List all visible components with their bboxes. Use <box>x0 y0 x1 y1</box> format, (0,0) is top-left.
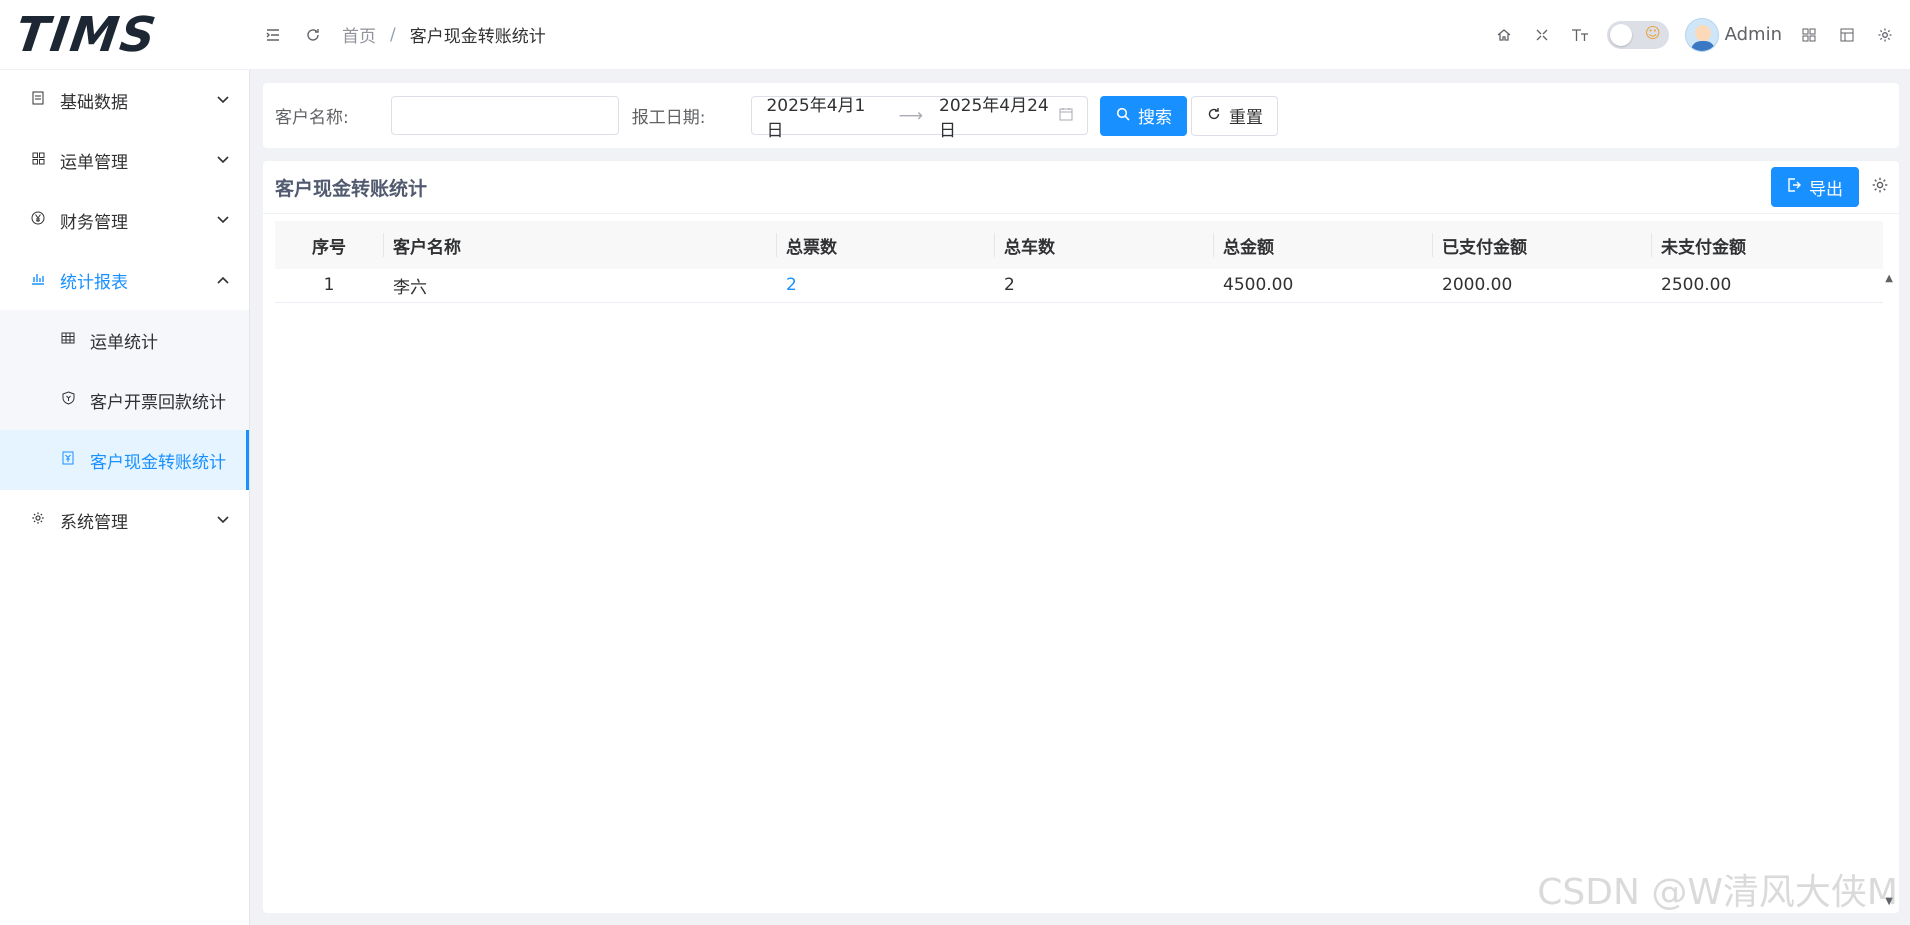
column-header: 已支付金额 <box>1432 221 1651 269</box>
receipt-icon <box>60 451 76 469</box>
chevron-up-icon <box>217 273 229 288</box>
header-left: 首页 / 客户现金转账统计 <box>262 22 546 47</box>
cell-paid: 2000.00 <box>1432 269 1651 303</box>
page-title: 客户现金转账统计 <box>275 177 428 200</box>
column-settings-icon[interactable] <box>1865 175 1895 199</box>
toggle-knob <box>1609 23 1632 46</box>
column-header: 客户名称 <box>383 221 776 269</box>
arrow-right-icon: ⟶ <box>898 105 924 126</box>
sidebar-item-label: 基础数据 <box>60 92 128 113</box>
sidebar-item-reports[interactable]: 统计报表 <box>0 250 249 310</box>
table-card: 客户现金转账统计 导出 序号 客户名称 总票数 总车数 总金额 已支付金额 未支… <box>263 161 1899 913</box>
export-button-label: 导出 <box>1809 179 1843 199</box>
cell-vehicles: 2 <box>994 269 1213 303</box>
chevron-down-icon <box>217 93 229 108</box>
gear-icon[interactable] <box>1874 24 1896 46</box>
chevron-down-icon <box>217 513 229 528</box>
grid-icon[interactable] <box>1798 24 1820 46</box>
sidebar-sub-label: 运单统计 <box>90 332 158 353</box>
search-form: 客户名称: 报工日期: 2025年4月1日 ⟶ 2025年4月24日 搜索 重置 <box>263 83 1899 148</box>
sidebar-item-waybill[interactable]: 运单管理 <box>0 130 249 190</box>
sidebar-item-waybill-stats[interactable]: 运单统计 <box>0 310 249 370</box>
customer-name-input[interactable] <box>390 96 619 135</box>
scroll-up-arrow[interactable]: ▲ <box>1885 273 1893 284</box>
top-header: TIMS 首页 / 客户现金转账统计 ☺ Admin <box>0 0 1910 70</box>
column-header: 总票数 <box>776 221 994 269</box>
column-header: 序号 <box>275 221 383 269</box>
breadcrumb-current: 客户现金转账统计 <box>409 27 546 47</box>
reset-button-label: 重置 <box>1228 108 1263 127</box>
sidebar-item-label: 财务管理 <box>60 212 128 233</box>
theme-toggle[interactable]: ☺ <box>1606 20 1669 49</box>
customer-name-label: 客户名称: <box>275 108 349 128</box>
date-start[interactable]: 2025年4月1日 <box>766 91 876 141</box>
table-icon <box>60 332 76 348</box>
sun-icon: ☺ <box>1644 23 1661 42</box>
cell-unpaid: 2500.00 <box>1651 269 1883 303</box>
search-button[interactable]: 搜索 <box>1100 95 1188 136</box>
grid-icon <box>30 152 46 169</box>
date-end[interactable]: 2025年4月24日 <box>939 91 1059 141</box>
sidebar: 基础数据 运单管理 财务管理 统计报表 运单统计 客户开票回款统计 客户现金转账… <box>0 70 250 925</box>
document-icon <box>30 91 46 109</box>
sidebar-item-label: 运单管理 <box>60 152 128 173</box>
chevron-down-icon <box>217 213 229 228</box>
menu-fold-icon[interactable] <box>262 24 284 46</box>
sidebar-sub-label: 客户开票回款统计 <box>90 392 226 413</box>
user-menu[interactable]: Admin <box>1684 17 1782 52</box>
chevron-down-icon <box>217 153 229 168</box>
column-header: 未支付金额 <box>1651 221 1883 269</box>
font-size-icon[interactable] <box>1569 24 1591 46</box>
logo-text: TIMS <box>12 6 161 63</box>
reset-button[interactable]: 重置 <box>1191 95 1279 136</box>
logo: TIMS <box>0 0 250 70</box>
sidebar-item-system[interactable]: 系统管理 <box>0 490 249 550</box>
yen-icon <box>30 211 46 229</box>
table-header-row: 序号 客户名称 总票数 总车数 总金额 已支付金额 未支付金额 <box>275 221 1883 269</box>
export-icon <box>1787 177 1801 197</box>
column-header: 总金额 <box>1213 221 1432 269</box>
fullscreen-icon[interactable] <box>1531 24 1553 46</box>
refresh-icon <box>1207 106 1221 126</box>
search-button-label: 搜索 <box>1137 108 1172 127</box>
table-card-header: 客户现金转账统计 导出 <box>263 161 1899 214</box>
cell-tickets-link[interactable]: 2 <box>776 269 994 303</box>
layout-icon[interactable] <box>1836 24 1858 46</box>
cell-index: 1 <box>275 269 383 303</box>
sidebar-item-label: 系统管理 <box>60 512 128 533</box>
sidebar-item-label: 统计报表 <box>60 272 128 293</box>
column-header: 总车数 <box>994 221 1213 269</box>
user-name: Admin <box>1724 24 1782 45</box>
date-range-picker[interactable]: 2025年4月1日 ⟶ 2025年4月24日 <box>751 96 1089 141</box>
sidebar-item-invoice-stats[interactable]: 客户开票回款统计 <box>0 370 249 430</box>
sidebar-item-finance[interactable]: 财务管理 <box>0 190 249 250</box>
sidebar-sub-label: 客户现金转账统计 <box>90 452 226 473</box>
stats-table: 序号 客户名称 总票数 总车数 总金额 已支付金额 未支付金额 1 李六 2 2… <box>275 221 1883 303</box>
search-icon <box>1116 106 1130 126</box>
calendar-icon <box>1059 107 1073 125</box>
sidebar-item-basic-data[interactable]: 基础数据 <box>0 70 249 130</box>
reports-submenu: 运单统计 客户开票回款统计 客户现金转账统计 <box>0 310 249 490</box>
avatar <box>1684 17 1719 52</box>
home-icon[interactable] <box>1493 24 1515 46</box>
export-button[interactable]: 导出 <box>1771 167 1859 207</box>
breadcrumb: 首页 / 客户现金转账统计 <box>342 22 546 48</box>
table-row: 1 李六 2 2 4500.00 2000.00 2500.00 <box>275 269 1883 303</box>
breadcrumb-home[interactable]: 首页 <box>342 22 376 47</box>
refresh-icon[interactable] <box>302 24 324 46</box>
watermark: CSDN @W清风大侠M <box>1537 872 1898 913</box>
chart-icon <box>30 271 46 289</box>
cell-total: 4500.00 <box>1213 269 1432 303</box>
breadcrumb-separator: / <box>390 24 396 45</box>
cell-customer: 李六 <box>383 269 776 303</box>
sidebar-item-cash-transfer-stats[interactable]: 客户现金转账统计 <box>0 430 249 490</box>
date-label: 报工日期: <box>631 108 706 128</box>
gear-icon <box>30 511 46 529</box>
header-right: ☺ Admin <box>1493 17 1910 52</box>
shield-icon <box>60 391 76 409</box>
